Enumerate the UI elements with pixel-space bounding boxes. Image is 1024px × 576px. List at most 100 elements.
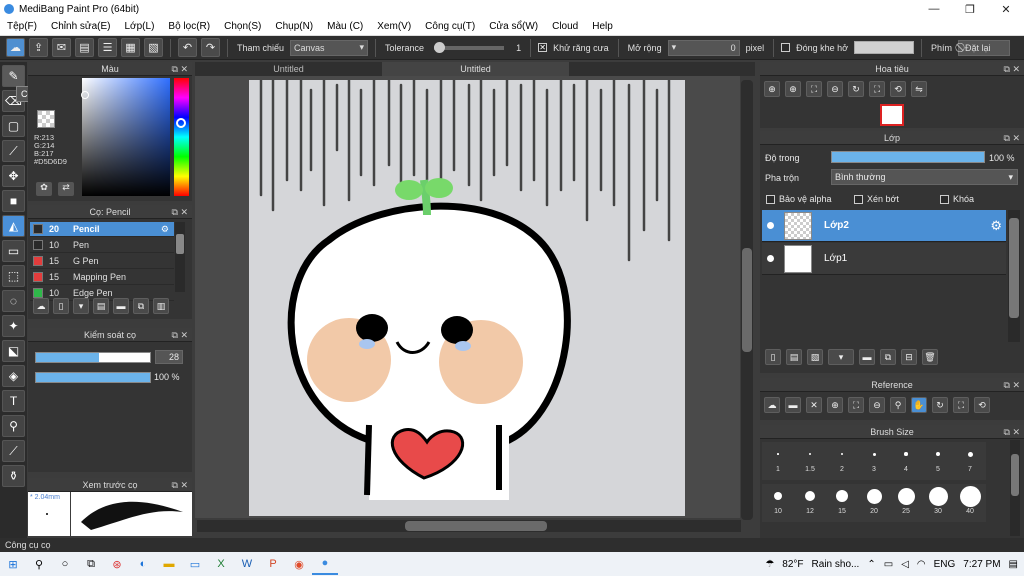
brush-size-cell[interactable]: 7 — [954, 442, 986, 480]
line-tool-icon[interactable]: ⟋ — [2, 140, 25, 162]
close-icon[interactable]: ✕ — [806, 397, 822, 413]
layer-row-2[interactable]: Lớp2 ⚙ — [762, 210, 1006, 242]
menu-filter[interactable]: Bộ lọc(R) — [161, 21, 217, 32]
wifi-icon[interactable]: ◠ — [917, 559, 926, 570]
app-icon-1[interactable]: ⊛ — [104, 553, 130, 575]
brush-size-cell[interactable]: 1 — [762, 442, 794, 480]
divide-tool-icon[interactable]: ⟋ — [2, 440, 25, 462]
select-tool-icon[interactable]: ⬚ — [2, 265, 25, 287]
brush-item[interactable]: 20 Pencil ⚙ — [30, 222, 174, 237]
merge-layer-icon[interactable]: ⊟ — [901, 349, 917, 365]
sv-cursor[interactable] — [81, 91, 89, 99]
rotate-icon[interactable]: ↻ — [848, 81, 864, 97]
rotate-reset-icon[interactable]: ⟲ — [974, 397, 990, 413]
duplicate-brush-icon[interactable]: ⧉ — [133, 298, 149, 314]
bucket-tool-icon[interactable]: ◭ — [2, 215, 25, 237]
rotate-reset-icon[interactable]: ⟲ — [890, 81, 906, 97]
share-icon[interactable]: ⇪ — [29, 38, 48, 57]
pages-icon[interactable]: ▦ — [121, 38, 140, 57]
canvas-hscroll[interactable] — [197, 520, 741, 532]
zoom-in-2-icon[interactable]: ⊕ — [785, 81, 801, 97]
clock[interactable]: 7:27 PM — [963, 559, 1000, 570]
operation-tool-icon[interactable]: ⚲ — [2, 415, 25, 437]
menu-tools[interactable]: Công cụ(T) — [418, 21, 482, 32]
duplicate-layer-icon[interactable]: ⧉ — [880, 349, 896, 365]
zoom-out-icon[interactable]: ⊖ — [827, 81, 843, 97]
menu-snap[interactable]: Chụp(N) — [268, 21, 320, 32]
menu-layer[interactable]: Lớp(L) — [118, 21, 162, 32]
zoom-in-icon[interactable]: ⊕ — [764, 81, 780, 97]
brush-size-cell[interactable]: 2 — [826, 442, 858, 480]
blend-select[interactable]: Bình thường ▾ — [831, 169, 1018, 185]
protect-alpha-option[interactable]: Bảo vệ alpha — [766, 194, 832, 204]
weather-text[interactable]: Rain sho... — [812, 559, 860, 570]
magic-wand-icon[interactable]: ✦ — [2, 315, 25, 337]
rotate-icon[interactable]: ↻ — [932, 397, 948, 413]
cloud-icon[interactable]: ☁ — [764, 397, 780, 413]
gear-icon[interactable]: ⚙ — [161, 224, 169, 235]
menu-view[interactable]: Xem(V) — [370, 21, 418, 32]
brush-tool-icon[interactable]: ✎ — [2, 65, 25, 87]
swap-colors-icon[interactable]: ⇄ — [58, 182, 74, 196]
brush-size-slider[interactable] — [35, 352, 151, 363]
comic-icon[interactable]: ▤ — [75, 38, 94, 57]
notification-icon[interactable]: ▤ — [1009, 559, 1018, 570]
folder-brush-icon[interactable]: ▬ — [113, 298, 129, 314]
close-button[interactable]: ✕ — [988, 3, 1024, 16]
task-view-icon[interactable]: ⧉ — [78, 553, 104, 575]
grid-icon[interactable]: ▧ — [144, 38, 163, 57]
add-brush-icon[interactable]: ▾ — [73, 298, 89, 314]
palette-icon[interactable]: ✿ — [36, 182, 52, 196]
menu-edit[interactable]: Chỉnh sửa(E) — [44, 21, 118, 32]
hand-icon[interactable]: ✋ — [911, 397, 927, 413]
file-explorer-icon[interactable]: ▬ — [156, 553, 182, 575]
antialias-checkbox[interactable]: ✕ — [538, 43, 548, 52]
brush-size-value[interactable]: 28 — [155, 350, 183, 364]
undo-icon[interactable]: ↶ — [178, 38, 197, 57]
layer-row-1[interactable]: Lớp1 — [762, 243, 1006, 275]
transparent-swatch[interactable] — [37, 110, 55, 128]
menu-help[interactable]: Help — [585, 21, 620, 32]
brush-size-cell[interactable]: 15 — [826, 484, 858, 522]
brush-size-cell[interactable]: 3 — [858, 442, 890, 480]
brush-size-cell[interactable]: 4 — [890, 442, 922, 480]
brush-item[interactable]: 15 G Pen — [30, 254, 174, 269]
hue-slider[interactable] — [174, 78, 189, 196]
copy-brush-icon[interactable]: ▤ — [93, 298, 109, 314]
gap-checkbox[interactable] — [781, 43, 791, 52]
search-icon[interactable]: ⚲ — [26, 553, 52, 575]
menu-window[interactable]: Cửa sổ(W) — [482, 21, 545, 32]
fit-icon[interactable]: ⛶ — [848, 397, 864, 413]
menu-select[interactable]: Chọn(S) — [217, 21, 268, 32]
chat-icon[interactable]: ✉ — [52, 38, 71, 57]
brush-size-cell[interactable]: 10 — [762, 484, 794, 522]
brush-size-cell[interactable]: 40 — [954, 484, 986, 522]
navigator-thumbnail[interactable] — [880, 104, 904, 126]
new-brush-icon[interactable]: ▯ — [53, 298, 69, 314]
text-tool-icon[interactable]: T — [2, 390, 25, 412]
fill-rect-tool-icon[interactable]: ■ — [2, 190, 25, 212]
list-icon[interactable]: ☰ — [98, 38, 117, 57]
new-8bit-layer-icon[interactable]: ▧ — [807, 349, 823, 365]
menu-cloud[interactable]: Cloud — [545, 21, 585, 32]
visibility-icon[interactable] — [767, 222, 774, 229]
brush-opacity-slider[interactable] — [35, 372, 151, 383]
fullscreen-icon[interactable]: ⛶ — [953, 397, 969, 413]
delete-brush-icon[interactable]: ▥ — [153, 298, 169, 314]
gradient-tool-icon[interactable]: ▭ — [2, 240, 25, 262]
new-halftone-layer-icon[interactable]: ▤ — [786, 349, 802, 365]
select-pen-icon[interactable]: ⬕ — [2, 340, 25, 362]
menu-file[interactable]: Tệp(F) — [0, 21, 44, 32]
brush-size-cell[interactable]: 12 — [794, 484, 826, 522]
folder-icon[interactable]: ▬ — [859, 349, 875, 365]
brush-item[interactable]: 10 Pen — [30, 238, 174, 253]
edge-icon[interactable]: ◐ — [130, 553, 156, 575]
medibang-taskbar-icon[interactable]: ● — [312, 553, 338, 575]
powerpoint-icon[interactable]: P — [260, 553, 286, 575]
fullscreen-icon[interactable]: ⛶ — [869, 81, 885, 97]
cloud-brush-icon[interactable]: ☁ — [33, 298, 49, 314]
hue-knob[interactable] — [176, 118, 186, 128]
gap-input[interactable] — [854, 41, 915, 54]
redo-icon[interactable]: ↷ — [201, 38, 220, 57]
brush-size-cell[interactable]: 5 — [922, 442, 954, 480]
